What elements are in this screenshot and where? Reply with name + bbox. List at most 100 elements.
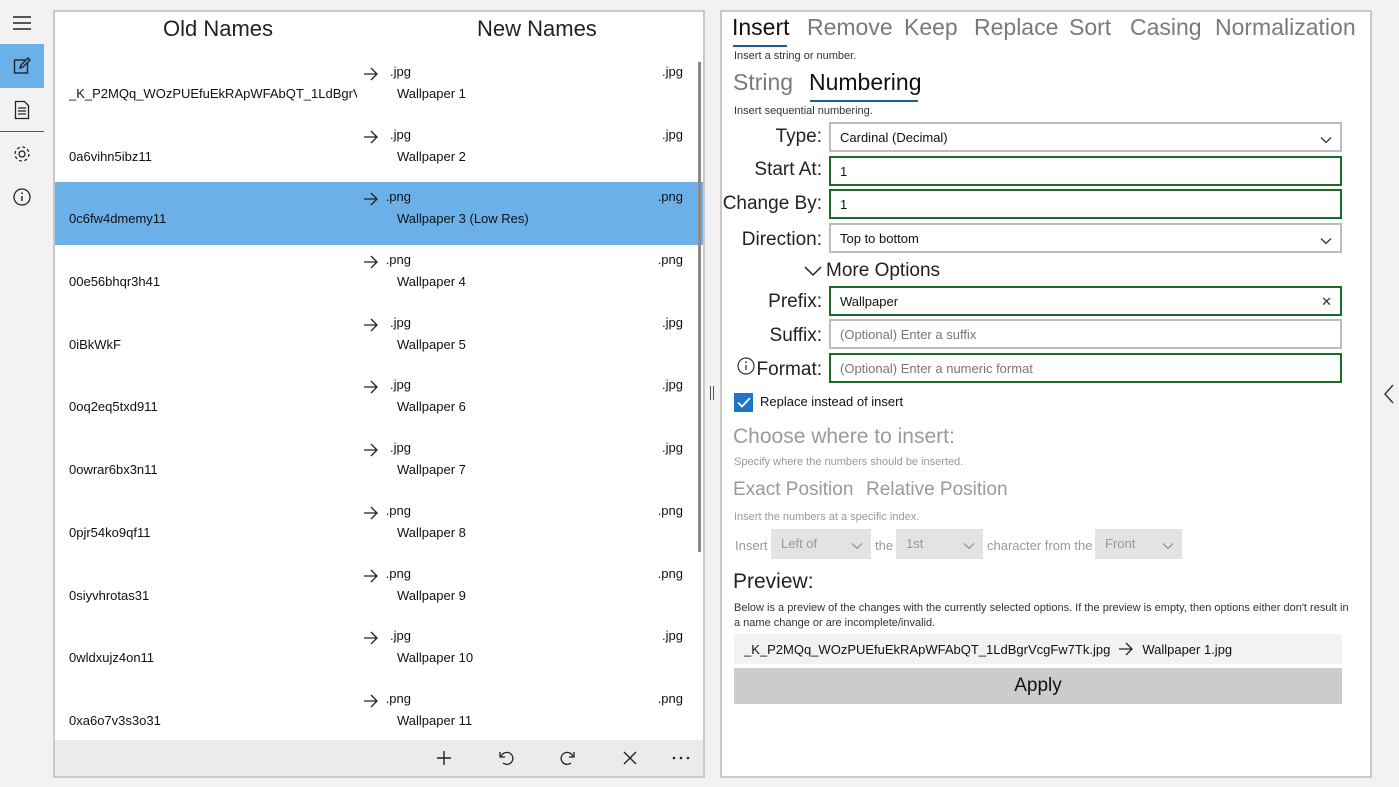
new-name[interactable]: Wallpaper 10 xyxy=(397,650,473,665)
subtab-numbering[interactable]: Numbering xyxy=(809,69,922,96)
vertical-scrollbar[interactable] xyxy=(698,62,701,552)
new-name[interactable]: Wallpaper 6 xyxy=(397,399,466,414)
clear-icon[interactable] xyxy=(618,748,642,768)
tab-keep[interactable]: Keep xyxy=(904,14,958,41)
file-row[interactable]: .jpg _K_P2MQq_WOzPUEfuEkRApWFAbQT_1LdBgrV… xyxy=(55,57,703,120)
subtab-string[interactable]: String xyxy=(733,69,793,96)
new-extension: .jpg xyxy=(662,377,683,393)
chevron-left-icon[interactable] xyxy=(1383,384,1395,409)
type-label: Type: xyxy=(775,126,822,147)
new-name[interactable]: Wallpaper 11 xyxy=(397,713,472,728)
more-icon[interactable] xyxy=(669,748,693,768)
tab-sort[interactable]: Sort xyxy=(1069,14,1111,41)
prefix-input[interactable]: Wallpaper ✕ xyxy=(829,286,1342,316)
type-value: Cardinal (Decimal) xyxy=(840,130,948,145)
tab-normalization[interactable]: Normalization xyxy=(1215,14,1356,41)
suffix-input[interactable]: (Optional) Enter a suffix xyxy=(829,319,1342,349)
old-extension: .jpg xyxy=(390,126,411,142)
active-subtab-indicator xyxy=(810,100,918,102)
new-extension: .jpg xyxy=(662,126,683,142)
file-row[interactable]: .jpg 0wldxujz4on11 Wallpaper 10 .jpg xyxy=(55,621,703,684)
add-icon[interactable] xyxy=(432,748,456,768)
preview-new-name: Wallpaper 1.jpg xyxy=(1142,641,1233,657)
edit-icon[interactable] xyxy=(0,44,44,88)
old-extension: .jpg xyxy=(390,377,411,393)
tab-relative-position[interactable]: Relative Position xyxy=(866,479,1008,501)
preview-heading: Preview: xyxy=(733,570,814,593)
new-name[interactable]: Wallpaper 9 xyxy=(397,588,466,603)
replace-checkbox[interactable] xyxy=(734,393,753,412)
tab-casing[interactable]: Casing xyxy=(1130,14,1202,41)
suffix-label: Suffix: xyxy=(769,325,822,346)
side-dropdown: Left of xyxy=(771,529,871,559)
start-at-label: Start At: xyxy=(754,159,822,180)
type-dropdown[interactable]: Cardinal (Decimal) xyxy=(829,122,1342,152)
old-name: 0oq2eq5txd911 xyxy=(69,399,158,415)
file-row[interactable]: .png 0siyvhrotas31 Wallpaper 9 .png xyxy=(55,559,703,622)
panel-splitter-handle[interactable] xyxy=(709,385,715,401)
old-name: 0xa6o7v3s3o31 xyxy=(69,712,161,728)
where-heading: Choose where to insert: xyxy=(733,425,955,448)
more-options-toggle[interactable]: More Options xyxy=(804,260,940,282)
old-name: 0iBkWkF xyxy=(69,336,121,352)
apply-button[interactable]: Apply xyxy=(734,668,1342,704)
origin-dropdown: Front xyxy=(1095,529,1182,559)
hamburger-menu-icon[interactable] xyxy=(0,1,44,45)
clear-text-icon[interactable]: ✕ xyxy=(1321,294,1332,310)
subtab-description: Insert sequential numbering. xyxy=(734,105,873,117)
new-names-header: New Names xyxy=(477,16,597,41)
active-tab-indicator xyxy=(733,45,787,47)
nav-rail xyxy=(0,0,44,787)
tab-insert[interactable]: Insert xyxy=(732,14,790,41)
document-icon[interactable] xyxy=(0,88,44,132)
origin-value: Front xyxy=(1105,536,1136,551)
info-icon[interactable] xyxy=(0,175,44,219)
the-word: the xyxy=(875,538,894,553)
old-extension: .png xyxy=(385,189,411,205)
old-name: 00e56bhqr3h41 xyxy=(69,274,161,290)
new-extension: .png xyxy=(657,565,683,581)
side-value: Left of xyxy=(781,536,818,551)
arrow-right-icon xyxy=(363,318,385,338)
change-by-input[interactable]: 1 xyxy=(829,189,1342,219)
file-row[interactable]: .png 0c6fw4dmemy11 Wallpaper 3 (Low Res) .p… xyxy=(55,182,703,246)
old-extension: .jpg xyxy=(390,64,411,79)
new-name[interactable]: Wallpaper 8 xyxy=(397,525,466,540)
new-name[interactable]: Wallpaper 2 xyxy=(397,149,466,164)
new-name[interactable]: Wallpaper 5 xyxy=(397,337,466,352)
new-name[interactable]: Wallpaper 7 xyxy=(397,462,466,477)
file-row[interactable]: .jpg 0a6vihn5ibz11 Wallpaper 2 .jpg xyxy=(55,120,703,183)
gear-icon[interactable] xyxy=(0,132,44,176)
arrow-right-icon xyxy=(1119,642,1134,656)
format-input[interactable]: (Optional) Enter a numeric format xyxy=(829,353,1342,383)
file-row[interactable]: .png 00e56bhqr3h41 Wallpaper 4 .png xyxy=(55,245,703,308)
more-options-label: More Options xyxy=(826,260,941,281)
format-info-icon[interactable] xyxy=(737,357,755,380)
new-name[interactable]: Wallpaper 1 xyxy=(397,86,466,101)
tab-description: Insert a string or number. xyxy=(734,50,857,62)
start-at-input[interactable]: 1 xyxy=(829,156,1342,186)
new-extension: .jpg xyxy=(662,628,683,644)
file-row[interactable]: .jpg 0owrar6bx3n11 Wallpaper 7 .jpg xyxy=(55,433,703,496)
old-extension: .png xyxy=(385,502,411,518)
file-row[interactable]: .png 0pjr54ko9qf11 Wallpaper 8 .png xyxy=(55,496,703,559)
replace-checkbox-label[interactable]: Replace instead of insert xyxy=(760,394,903,409)
old-extension: .jpg xyxy=(390,628,411,644)
file-row[interactable]: .png 0xa6o7v3s3o31 Wallpaper 11 .png xyxy=(55,684,703,747)
arrow-right-icon xyxy=(363,255,385,275)
direction-dropdown[interactable]: Top to bottom xyxy=(829,223,1342,253)
preview-row: _K_P2MQq_WOzPUEfuEkRApWFAbQT_1LdBgrVcgFw… xyxy=(734,634,1342,664)
where-description: Specify where the numbers should be inse… xyxy=(734,456,964,468)
tab-exact-position[interactable]: Exact Position xyxy=(733,479,853,501)
file-row[interactable]: .jpg 0iBkWkF Wallpaper 5 .jpg xyxy=(55,308,703,371)
new-name[interactable]: Wallpaper 4 xyxy=(397,274,466,289)
new-name[interactable]: Wallpaper 3 (Low Res) xyxy=(397,211,529,226)
tab-replace[interactable]: Replace xyxy=(974,14,1058,41)
redo-icon[interactable] xyxy=(556,748,580,768)
suffix-placeholder: (Optional) Enter a suffix xyxy=(840,327,977,342)
prefix-label: Prefix: xyxy=(768,291,822,312)
undo-icon[interactable] xyxy=(494,748,518,768)
chevron-down-icon xyxy=(804,266,822,277)
tab-remove[interactable]: Remove xyxy=(807,14,893,41)
file-row[interactable]: .jpg 0oq2eq5txd911 Wallpaper 6 .jpg xyxy=(55,370,703,433)
